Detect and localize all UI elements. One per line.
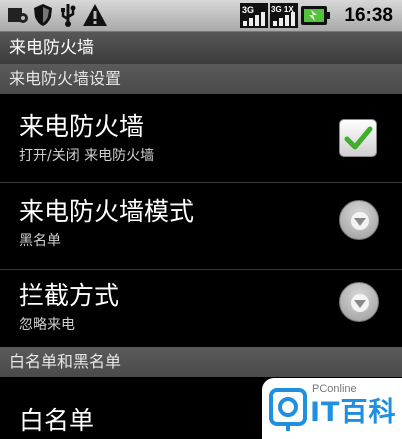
3g-label-1: 3G [242, 5, 254, 15]
warning-icon [82, 3, 108, 31]
pconline-logo-icon [269, 388, 307, 436]
category-header-whitelist-blacklist: 白名单和黑名单 [0, 347, 402, 377]
category-header-firewall-settings: 来电防火墙设置 [0, 64, 402, 94]
shield-icon [32, 3, 54, 31]
3g-1x-signal-icon: 3G 1X [270, 3, 298, 32]
pref-title: 来电防火墙模式 [19, 197, 195, 226]
pref-summary: 打开/关闭 来电防火墙 [19, 148, 155, 164]
watermark: PConline IT百科 [262, 378, 402, 439]
firewall-checkbox[interactable] [339, 119, 377, 157]
pref-summary: 黑名单 [19, 233, 61, 249]
title-bar: 来电防火墙 [0, 31, 402, 64]
pref-title: 白名单 [19, 406, 95, 435]
checkmark-icon [344, 126, 373, 150]
watermark-big-text: IT百科 [310, 397, 397, 428]
3g-signal-icon: 3G [240, 3, 268, 32]
chevron-down-icon [351, 294, 369, 312]
pref-block-mode[interactable]: 拦截方式 忽略来电 [0, 270, 402, 347]
category-label: 白名单和黑名单 [9, 352, 122, 371]
usb-debug-icon [6, 3, 30, 31]
watermark-small-text: PConline [312, 383, 357, 395]
block-mode-dropdown-button[interactable] [339, 282, 379, 322]
status-time: 16:38 [344, 5, 393, 26]
battery-icon [301, 6, 330, 29]
category-label: 来电防火墙设置 [9, 69, 122, 88]
pref-title: 来电防火墙 [19, 112, 145, 141]
3g-label-2: 3G 1X [271, 5, 294, 14]
status-bar: 3G 3G 1X 16:38 [0, 0, 402, 31]
pref-title: 拦截方式 [19, 281, 120, 310]
chevron-down-icon [351, 212, 369, 230]
firewall-mode-dropdown-button[interactable] [339, 200, 379, 240]
pref-firewall-toggle[interactable]: 来电防火墙 打开/关闭 来电防火墙 [0, 94, 402, 182]
pref-firewall-mode[interactable]: 来电防火墙模式 黑名单 [0, 183, 402, 269]
usb-icon [58, 3, 78, 31]
page-title: 来电防火墙 [9, 38, 94, 58]
pref-summary: 忽略来电 [19, 317, 75, 333]
